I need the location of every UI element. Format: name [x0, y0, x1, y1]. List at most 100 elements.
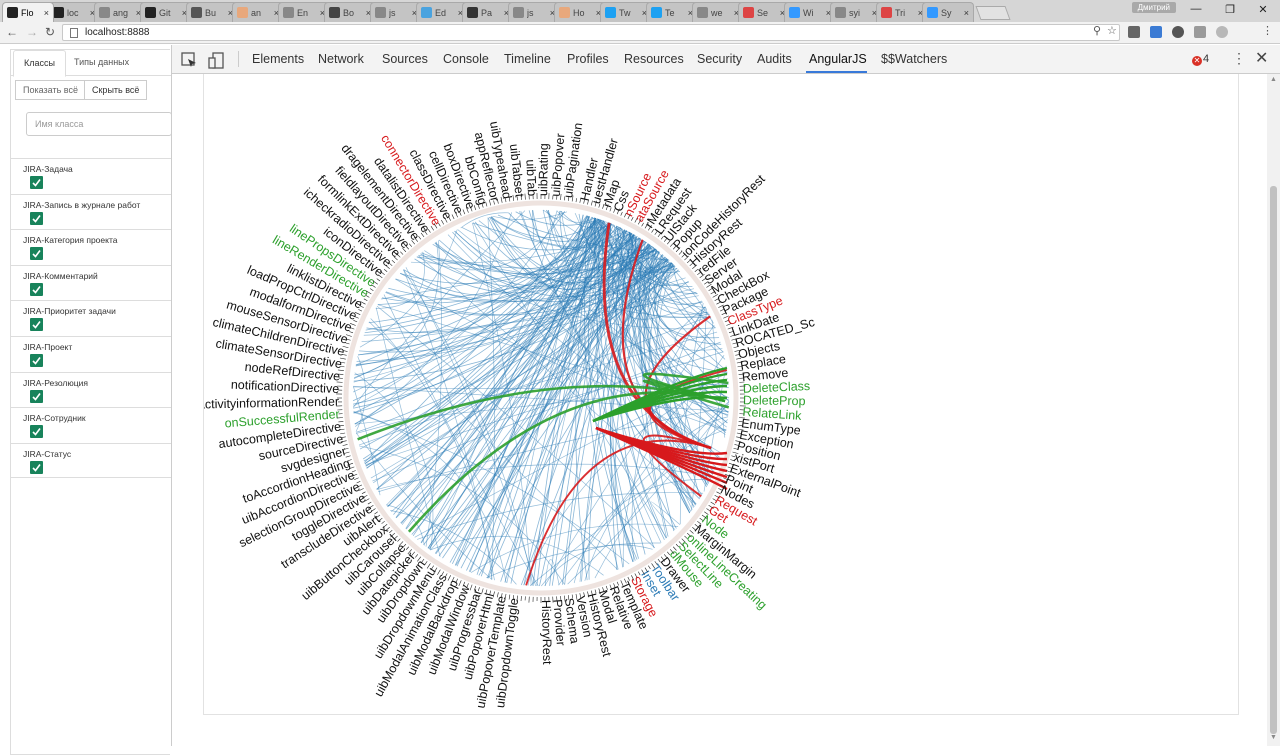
browser-tab[interactable]: En× [278, 2, 330, 22]
tab-favicon-icon [421, 7, 432, 18]
checkmark-icon [32, 249, 41, 258]
tab-title: Wi [803, 8, 824, 18]
tab-title: Bo [343, 8, 364, 18]
browser-tab[interactable]: Bu× [186, 2, 238, 22]
error-counter[interactable]: ✕4 [1192, 53, 1209, 66]
class-visibility-checkbox[interactable] [30, 212, 43, 225]
checkmark-icon [32, 285, 41, 294]
class-visibility-checkbox[interactable] [30, 425, 43, 438]
restore-button[interactable]: ❐ [1220, 3, 1240, 16]
scroll-down-icon[interactable]: ▼ [1270, 734, 1277, 741]
class-visibility-checkbox[interactable] [30, 461, 43, 474]
extension-icon[interactable] [1128, 26, 1140, 38]
browser-tab[interactable]: we× [692, 2, 744, 22]
close-devtools-icon[interactable]: ✕ [1255, 48, 1268, 68]
node-label[interactable]: activityinformationRender [204, 395, 339, 412]
browser-tab[interactable]: ang× [94, 2, 146, 22]
new-tab-button[interactable] [975, 6, 1010, 20]
class-label: JIRA-Запись в журнале работ [23, 200, 140, 210]
bookmark-star-icon[interactable]: ☆ [1107, 24, 1117, 37]
class-name-search-input[interactable]: Имя класса [26, 112, 172, 136]
forward-arrow-icon[interactable]: → [26, 25, 38, 39]
tab-title: En [297, 8, 318, 18]
url-text: localhost:8888 [85, 27, 150, 38]
class-list-item: JIRA-Категория проекта [11, 229, 171, 265]
error-icon: ✕ [1192, 56, 1202, 66]
class-visibility-checkbox[interactable] [30, 176, 43, 189]
browser-tab[interactable]: Te× [646, 2, 698, 22]
zoom-icon[interactable]: ⚲ [1093, 24, 1101, 37]
devtools-tab-timeline[interactable]: Timeline [504, 52, 551, 66]
extension-shield-icon[interactable] [1172, 26, 1184, 38]
browser-tab[interactable]: js× [370, 2, 422, 22]
minimize-button[interactable]: — [1186, 3, 1206, 15]
devtools-tab-elements[interactable]: Elements [252, 52, 304, 66]
ring-tick [377, 279, 380, 281]
class-visibility-checkbox[interactable] [30, 283, 43, 296]
scrollbar-thumb[interactable] [1270, 186, 1277, 734]
checkmark-icon [32, 356, 41, 365]
browser-tab[interactable]: Ed× [416, 2, 468, 22]
devtools-tab-security[interactable]: Security [697, 52, 742, 66]
user-profile-badge[interactable]: Дмитрий [1132, 2, 1176, 13]
browser-tab[interactable]: Flo× [2, 2, 54, 22]
browser-tab[interactable]: Tw× [600, 2, 652, 22]
browser-menu-icon[interactable]: ⋮ [1262, 24, 1273, 37]
extension-icon[interactable] [1194, 26, 1206, 38]
tab-data-types[interactable]: Типы данных [64, 50, 139, 77]
checkmark-icon [32, 320, 41, 329]
inspect-element-icon[interactable] [181, 52, 197, 68]
browser-tab[interactable]: syi× [830, 2, 882, 22]
dependency-chord-diagram[interactable]: HandleruestHandlerrMapCssnSourceataSourc… [204, 74, 1239, 715]
browser-tab[interactable]: an× [232, 2, 284, 22]
device-mode-icon[interactable] [208, 52, 224, 69]
reload-icon[interactable]: ↻ [45, 25, 55, 39]
devtools-tab-audits[interactable]: Audits [757, 52, 792, 66]
extension-icon[interactable] [1216, 26, 1228, 38]
tab-close-icon[interactable]: × [44, 8, 49, 18]
browser-tab[interactable]: loc× [48, 2, 100, 22]
back-arrow-icon[interactable]: ← [6, 25, 18, 39]
tab-title: Tri [895, 8, 916, 18]
url-input[interactable]: localhost:8888 [62, 24, 1120, 41]
ring-tick [397, 539, 400, 542]
tab-classes[interactable]: Классы [13, 50, 66, 77]
node-label[interactable]: HistoryRest [539, 600, 554, 665]
scroll-up-icon[interactable]: ▲ [1270, 76, 1277, 83]
browser-tab[interactable]: Ho× [554, 2, 606, 22]
browser-tab[interactable]: Git× [140, 2, 192, 22]
page-content: HandleruestHandlerrMapCssnSourceataSourc… [171, 74, 1267, 746]
browser-tab[interactable]: Sy× [922, 2, 974, 22]
checkmark-icon [32, 463, 41, 472]
browser-tab[interactable]: js× [508, 2, 560, 22]
devtools-tab-watchers[interactable]: $$Watchers [881, 52, 947, 66]
tab-title: Ed [435, 8, 456, 18]
ring-tick [384, 269, 387, 272]
devtools-tab-network[interactable]: Network [318, 52, 364, 66]
devtools-tab-console[interactable]: Console [443, 52, 489, 66]
more-options-icon[interactable]: ⋮ [1232, 50, 1246, 67]
window-close-button[interactable]: ✕ [1253, 3, 1273, 16]
show-all-button[interactable]: Показать всё [15, 80, 86, 100]
extension-icon[interactable] [1150, 26, 1162, 38]
class-label: JIRA-Категория проекта [23, 235, 117, 245]
devtools-tab-sources[interactable]: Sources [382, 52, 428, 66]
class-visibility-checkbox[interactable] [30, 318, 43, 331]
devtools-tab-resources[interactable]: Resources [624, 52, 684, 66]
page-scrollbar[interactable]: ▲ ▼ [1267, 74, 1280, 746]
devtools-tab-angularjs[interactable]: AngularJS [809, 52, 867, 66]
browser-tab[interactable]: Tri× [876, 2, 928, 22]
tab-close-icon[interactable]: × [964, 8, 969, 18]
browser-tab[interactable]: Se× [738, 2, 790, 22]
class-visibility-checkbox[interactable] [30, 247, 43, 260]
class-list-item: JIRA-Комментарий [11, 265, 171, 301]
hide-all-button[interactable]: Скрыть всё [84, 80, 147, 100]
browser-tab[interactable]: Pa× [462, 2, 514, 22]
node-labels: HandleruestHandlerrMapCssnSourceataSourc… [204, 120, 816, 709]
class-visibility-checkbox[interactable] [30, 390, 43, 403]
ring-tick [364, 299, 367, 301]
browser-tab[interactable]: Bo× [324, 2, 376, 22]
class-visibility-checkbox[interactable] [30, 354, 43, 367]
devtools-tab-profiles[interactable]: Profiles [567, 52, 609, 66]
browser-tab[interactable]: Wi× [784, 2, 836, 22]
